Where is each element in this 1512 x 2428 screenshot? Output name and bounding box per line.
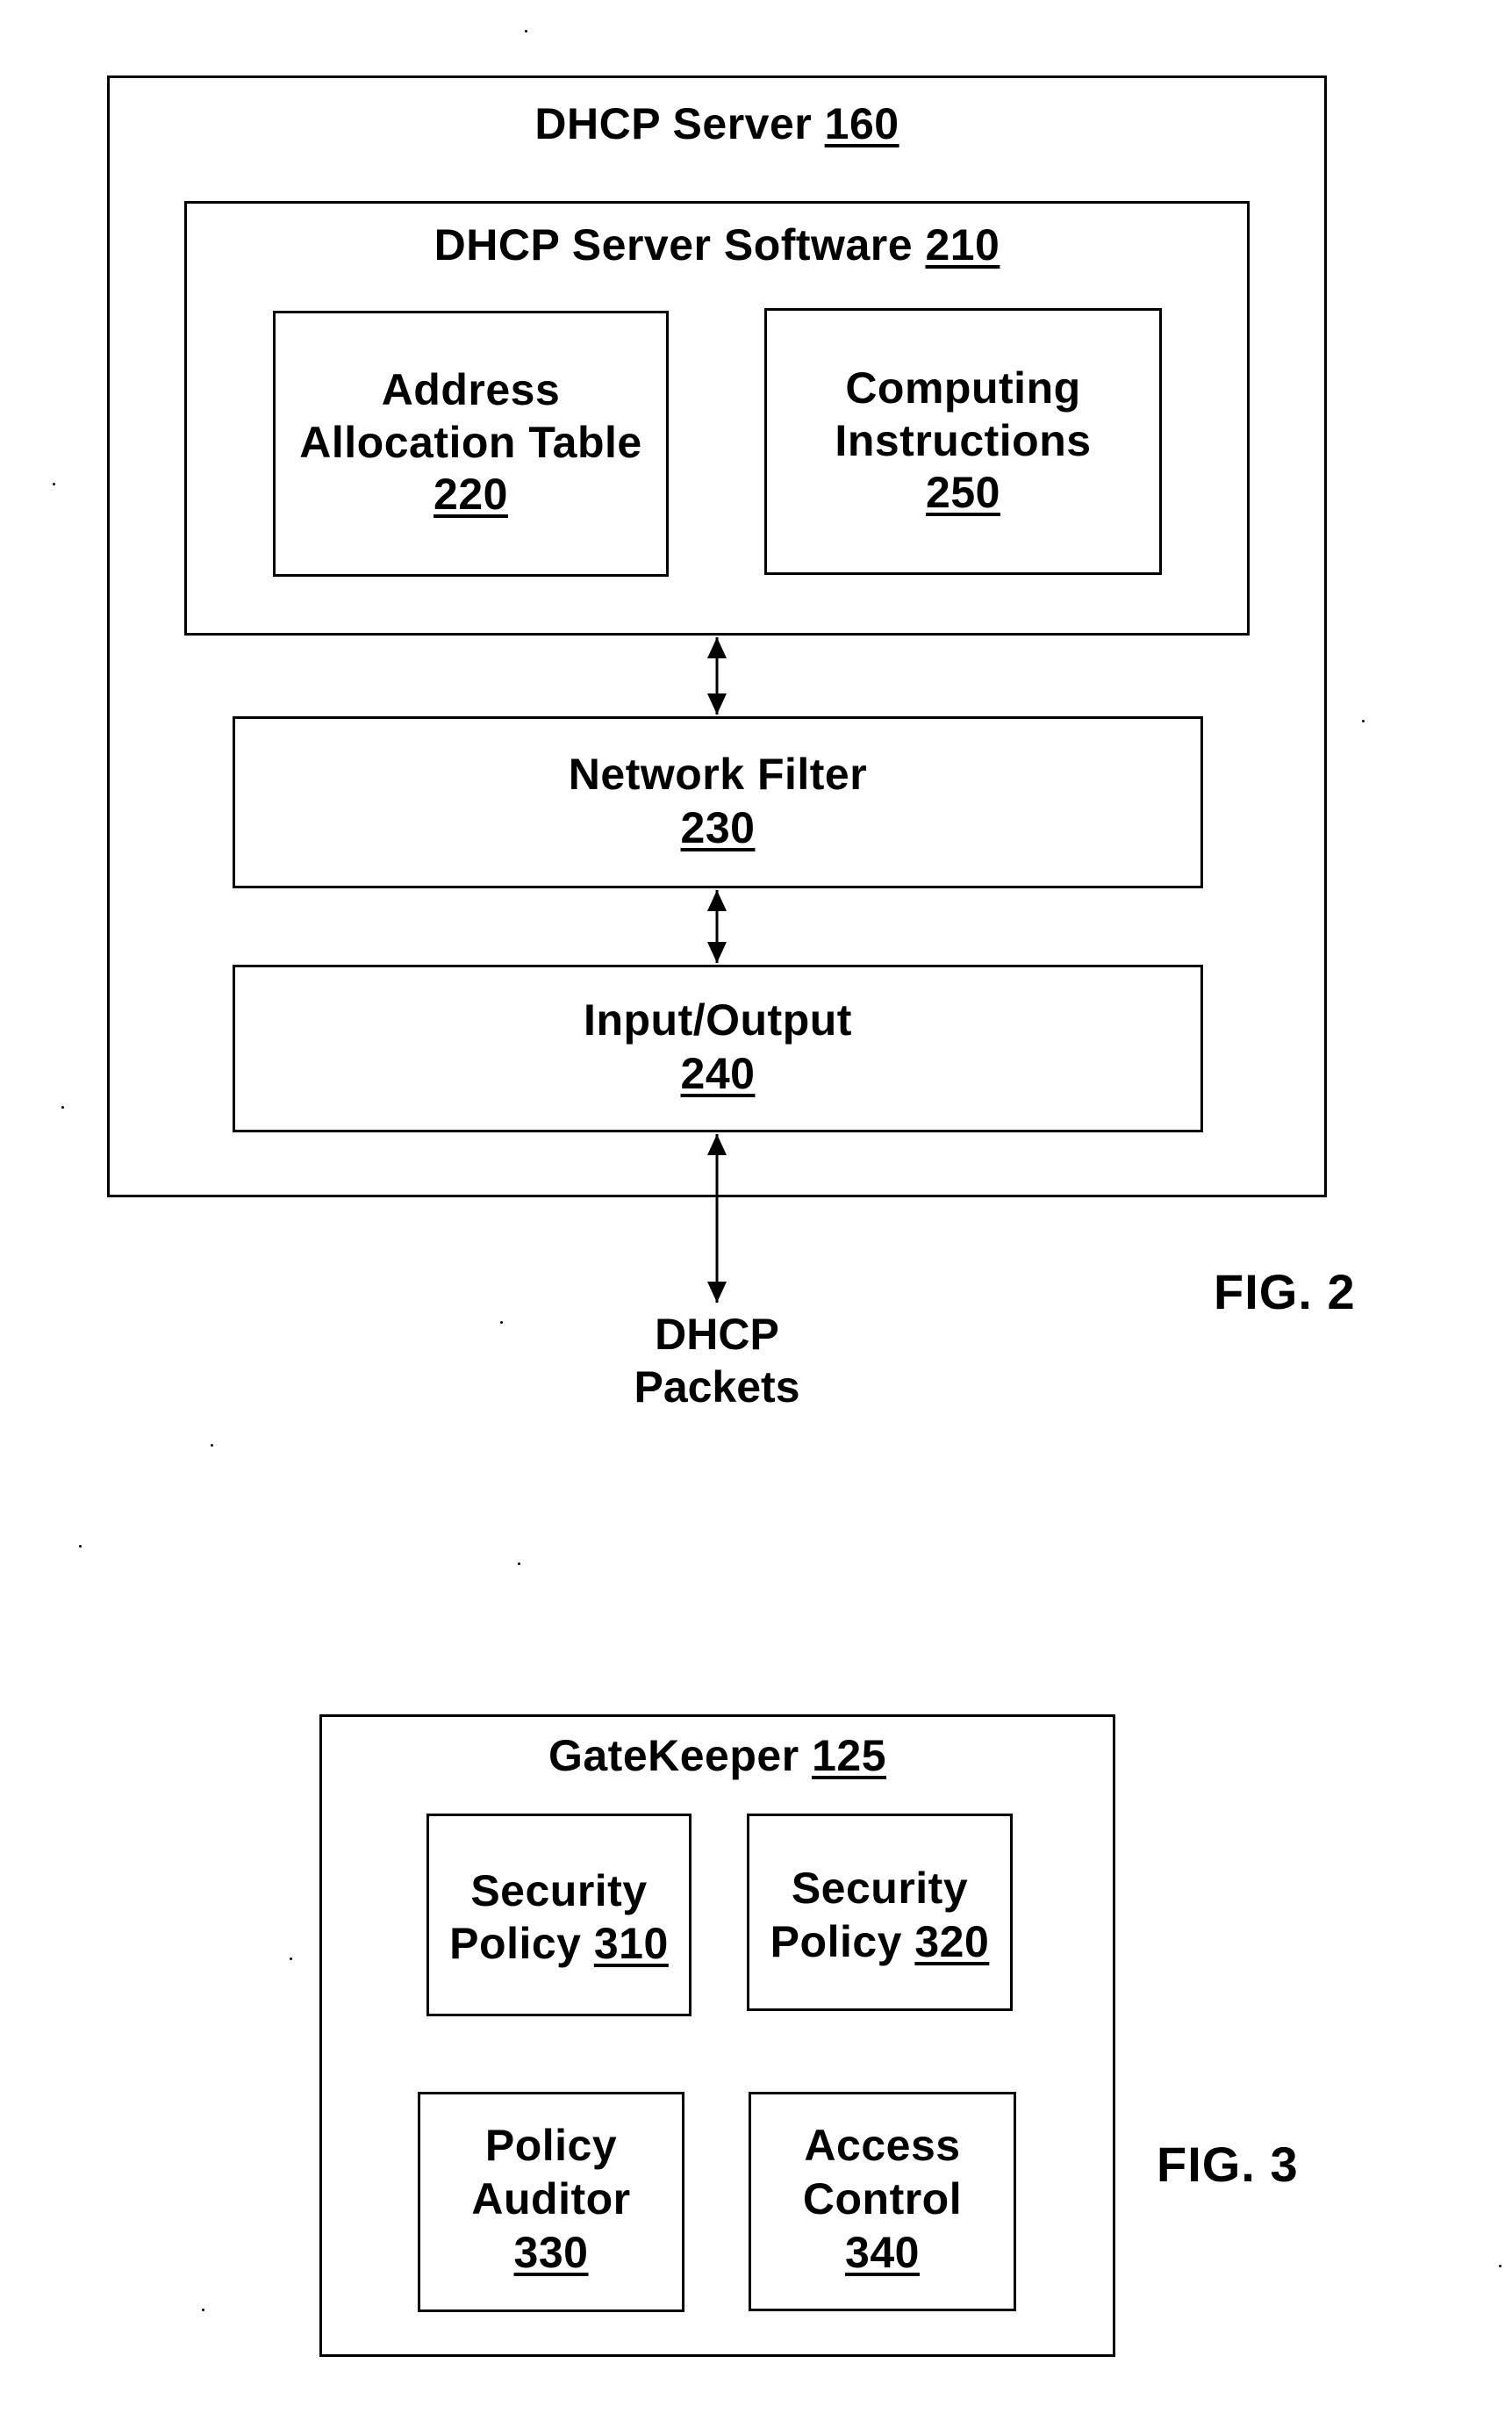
fig3-caption: FIG. 3 (1157, 2137, 1299, 2192)
security-policy-320-line2-wrap: Policy 320 (749, 1915, 1010, 1968)
scan-speck (53, 483, 55, 485)
scan-speck (61, 1106, 64, 1109)
security-policy-310-line2: Policy (449, 1919, 582, 1968)
scan-speck (79, 1545, 82, 1548)
gatekeeper-ref: 125 (812, 1731, 887, 1780)
gatekeeper-name: GateKeeper (548, 1731, 799, 1780)
scan-speck (500, 1321, 503, 1324)
access-control-line1: Access (804, 2121, 961, 2170)
security-policy-320-ref: 320 (914, 1917, 990, 1966)
dhcp-packets-line1: DHCP (655, 1310, 779, 1359)
fig2-caption: FIG. 2 (1214, 1264, 1356, 1319)
arrow-network-filter-to-io (707, 890, 727, 963)
security-policy-310-line2-wrap: Policy 310 (429, 1917, 689, 1970)
security-policy-320-line2: Policy (770, 1917, 902, 1966)
scan-speck (1362, 720, 1365, 722)
policy-auditor-ref: 330 (513, 2228, 589, 2277)
security-policy-320-line1: Security (791, 1864, 969, 1913)
security-policy-320-box: Security Policy 320 (747, 1814, 1013, 2011)
scan-speck (202, 2309, 204, 2311)
scan-speck (211, 1444, 213, 1447)
arrow-software-to-network-filter (707, 637, 727, 715)
policy-auditor-line1: Policy (484, 2121, 618, 2170)
scan-speck (518, 1562, 520, 1565)
gatekeeper-title: GateKeeper 125 (322, 1729, 1113, 1782)
access-control-ref: 340 (845, 2228, 920, 2277)
policy-auditor-line2: Auditor (471, 2174, 631, 2223)
security-policy-310-ref: 310 (593, 1919, 669, 1968)
security-policy-310-box: Security Policy 310 (426, 1814, 692, 2016)
access-control-ref-line: 340 (751, 2226, 1014, 2279)
policy-auditor-ref-line: 330 (420, 2226, 682, 2279)
access-control-line2: Control (802, 2174, 963, 2223)
policy-auditor-330-box: Policy Auditor 330 (418, 2092, 684, 2312)
dhcp-packets-label: DHCP Packets (585, 1308, 849, 1413)
dhcp-packets-line2: Packets (634, 1362, 800, 1412)
scan-speck (525, 30, 527, 32)
scan-speck (1499, 2265, 1501, 2267)
scan-speck (290, 1957, 292, 1960)
security-policy-310-line1: Security (470, 1866, 648, 1915)
arrow-io-to-dhcp-packets (707, 1134, 727, 1303)
access-control-340-box: Access Control 340 (749, 2092, 1016, 2311)
